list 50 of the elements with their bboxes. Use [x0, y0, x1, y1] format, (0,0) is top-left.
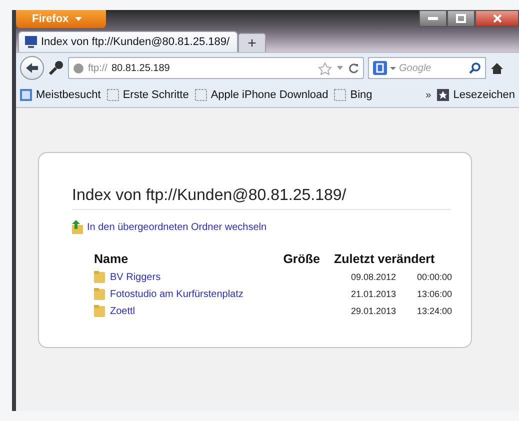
close-button[interactable]: [475, 10, 519, 27]
date-cell-text: 09.08.2012: [350, 272, 396, 282]
overflow-chevron[interactable]: »: [426, 90, 432, 100]
back-button[interactable]: [20, 56, 44, 80]
minimize-icon: [428, 16, 438, 20]
folder-icon: [94, 271, 105, 283]
address-field[interactable]: ftp:// 80.81.25.189: [68, 57, 364, 79]
back-arrow-icon: [25, 62, 39, 74]
folder-link[interactable]: BV Riggers: [110, 272, 161, 282]
blank-page-icon: [106, 89, 119, 101]
date-cell-text: 29.01.2013: [350, 306, 396, 316]
bookmark-item[interactable]: Erste Schritte: [106, 89, 189, 101]
blank-page-icon: [334, 89, 346, 101]
close-icon: [492, 14, 502, 23]
home-icon[interactable]: [490, 62, 504, 74]
column-header: Name: [94, 252, 128, 266]
bookmark-item[interactable]: Meistbesucht: [20, 89, 101, 101]
time-cell-text: 00:00:00: [416, 272, 452, 282]
search-icon[interactable]: [469, 62, 481, 74]
folder-link[interactable]: Fotostudio am Kurfürstenplatz: [110, 288, 244, 300]
reload-icon[interactable]: [348, 62, 359, 74]
bookmark-item[interactable]: Apple iPhone Download: [194, 89, 328, 101]
dropdown-icon[interactable]: [390, 66, 396, 70]
page-heading: Index von ftp://Kunden@80.81.25.189/: [72, 187, 451, 210]
new-tab-button[interactable]: +: [238, 33, 266, 52]
folder-icon: [94, 305, 105, 317]
monitor-icon: [25, 36, 37, 48]
browser-tab[interactable]: Index von ftp://Kunden@80.81.25.189/: [18, 31, 238, 52]
time-cell-text: 13:06:00: [416, 289, 452, 299]
bookmarks-icon: [437, 89, 450, 101]
parent-folder-link[interactable]: In den übergeordneten Ordner wechseln: [87, 222, 267, 232]
maximize-button[interactable]: [447, 10, 475, 27]
time-cell-text: 13:24:00: [416, 306, 452, 316]
folder-icon: [94, 288, 105, 300]
parent-folder-icon: [72, 220, 84, 234]
search-engine-icon[interactable]: [373, 61, 387, 75]
search-bar[interactable]: Google: [368, 57, 486, 79]
date-cell-text: 21.01.2013: [350, 289, 396, 299]
bookmark-item[interactable]: Bing: [334, 89, 372, 101]
bookmarks-menu-button[interactable]: Lesezeichen: [437, 89, 515, 101]
star-icon[interactable]: [318, 62, 332, 74]
bookmark-folder-icon: [20, 89, 32, 101]
minimize-button[interactable]: [419, 10, 447, 27]
dropdown-icon[interactable]: [336, 65, 344, 71]
column-header: Größe: [283, 252, 320, 266]
caret-icon: [74, 16, 82, 22]
maximize-icon: [456, 14, 466, 23]
column-header: Zuletzt verändert: [333, 252, 435, 266]
folder-link[interactable]: Zoettl: [110, 306, 136, 316]
blank-page-icon: [194, 89, 207, 101]
